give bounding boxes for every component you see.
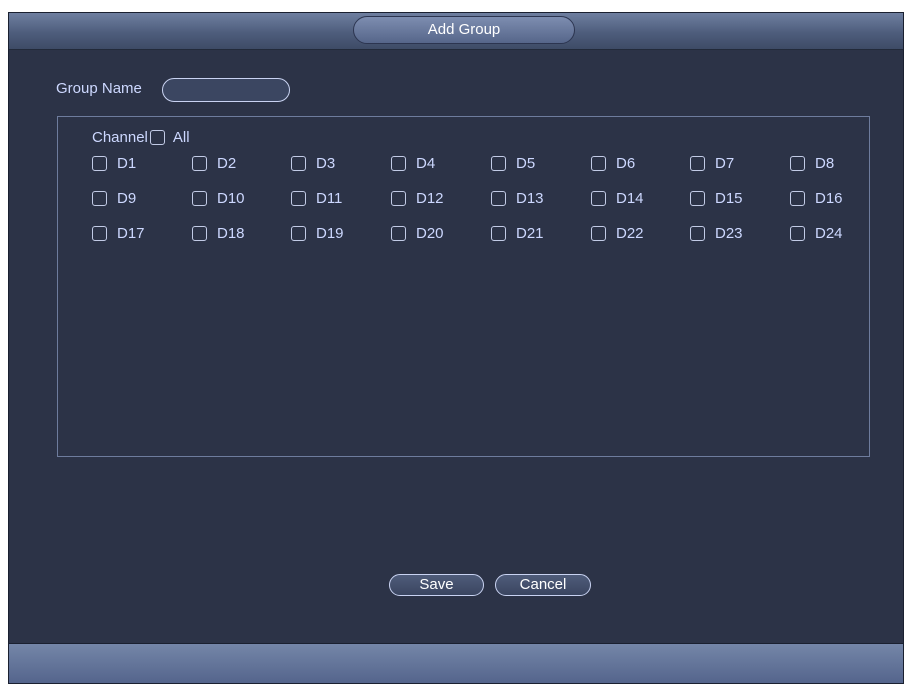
channel-label-text: D14 — [616, 189, 644, 207]
channel-item[interactable]: D23 — [690, 223, 743, 243]
channel-item[interactable]: D20 — [391, 223, 444, 243]
channel-item[interactable]: D3 — [291, 153, 335, 173]
channel-checkbox[interactable] — [690, 190, 705, 206]
channel-checkbox[interactable] — [92, 225, 107, 241]
channel-label-text: D9 — [117, 189, 137, 207]
channel-label-text: D19 — [316, 224, 344, 242]
channel-item[interactable]: D24 — [790, 223, 843, 243]
cancel-button[interactable]: Cancel — [495, 574, 591, 596]
channel-item[interactable]: D7 — [690, 153, 734, 173]
channel-item[interactable]: D6 — [591, 153, 635, 173]
dialog-title: Add Group — [353, 16, 575, 44]
channel-item[interactable]: D10 — [192, 188, 245, 208]
channel-item[interactable]: D2 — [192, 153, 236, 173]
channel-label-text: D12 — [416, 189, 444, 207]
channel-checkbox[interactable] — [192, 225, 207, 241]
channel-label-text: D24 — [815, 224, 843, 242]
channel-item[interactable]: D11 — [291, 188, 342, 208]
channel-checkbox[interactable] — [790, 225, 805, 241]
channel-label-text: D1 — [117, 154, 137, 172]
channel-checkbox[interactable] — [790, 190, 805, 206]
channel-label-text: D21 — [516, 224, 544, 242]
channel-item[interactable]: D12 — [391, 188, 444, 208]
channel-checkbox[interactable] — [690, 155, 705, 171]
channel-item[interactable]: D21 — [491, 223, 544, 243]
group-name-input[interactable] — [162, 78, 290, 102]
channel-panel: Channel All D1 D2 D3 D4 D5 D6 D7 D8 D9 D10 D11 D12 D… — [57, 116, 870, 457]
channel-label-text: D2 — [217, 154, 237, 172]
channel-checkbox[interactable] — [192, 190, 207, 206]
all-checkbox[interactable] — [149, 129, 165, 145]
channel-item[interactable]: D13 — [491, 188, 544, 208]
channel-checkbox[interactable] — [591, 155, 606, 171]
channel-checkbox[interactable] — [291, 155, 306, 171]
channel-checkbox[interactable] — [391, 225, 406, 241]
channel-label-text: D11 — [316, 189, 343, 207]
channel-item[interactable]: D4 — [391, 153, 435, 173]
channel-checkbox[interactable] — [591, 225, 606, 241]
channel-checkbox[interactable] — [291, 190, 306, 206]
channel-label: Channel — [92, 128, 148, 146]
channel-label-text: D8 — [815, 154, 835, 172]
channel-label-text: D4 — [416, 154, 436, 172]
channel-item[interactable]: D15 — [690, 188, 743, 208]
channel-label-text: D5 — [516, 154, 536, 172]
channel-checkbox[interactable] — [192, 155, 207, 171]
channel-label-text: D18 — [217, 224, 245, 242]
channel-header: Channel All — [92, 127, 190, 147]
channel-label-text: D17 — [117, 224, 145, 242]
channel-item[interactable]: D19 — [291, 223, 344, 243]
channel-checkbox[interactable] — [291, 225, 306, 241]
channel-item[interactable]: D9 — [92, 188, 136, 208]
channel-label-text: D20 — [416, 224, 444, 242]
channel-label-text: D3 — [316, 154, 336, 172]
add-group-dialog: Add Group Group Name Channel All D1 D2 D3 D… — [8, 12, 904, 684]
channel-checkbox[interactable] — [92, 155, 107, 171]
channel-item[interactable]: D1 — [92, 153, 136, 173]
channel-item[interactable]: D5 — [491, 153, 535, 173]
channel-label-text: D6 — [616, 154, 636, 172]
channel-item[interactable]: D17 — [92, 223, 145, 243]
channel-label-text: D22 — [616, 224, 644, 242]
save-button[interactable]: Save — [389, 574, 484, 596]
channel-item[interactable]: D16 — [790, 188, 843, 208]
channel-checkbox[interactable] — [491, 225, 506, 241]
bottom-bar — [9, 643, 903, 683]
channel-checkbox[interactable] — [491, 190, 506, 206]
group-name-label: Group Name — [56, 80, 142, 97]
channel-checkbox[interactable] — [790, 155, 805, 171]
channel-label-text: D7 — [715, 154, 735, 172]
channel-item[interactable]: D14 — [591, 188, 644, 208]
channel-item[interactable]: D8 — [790, 153, 834, 173]
channel-checkbox[interactable] — [690, 225, 705, 241]
channel-checkbox[interactable] — [391, 155, 406, 171]
channel-label-text: D10 — [217, 189, 245, 207]
channel-label-text: D23 — [715, 224, 743, 242]
channel-item[interactable]: D22 — [591, 223, 644, 243]
channel-checkbox[interactable] — [92, 190, 107, 206]
channel-checkbox[interactable] — [491, 155, 506, 171]
channel-checkbox[interactable] — [391, 190, 406, 206]
channel-label-text: D13 — [516, 189, 544, 207]
channel-item[interactable]: D18 — [192, 223, 245, 243]
channel-checkbox[interactable] — [591, 190, 606, 206]
title-bar: Add Group — [9, 13, 903, 50]
channel-label-text: D16 — [815, 189, 843, 207]
all-label: All — [172, 128, 190, 146]
channel-label-text: D15 — [715, 189, 743, 207]
